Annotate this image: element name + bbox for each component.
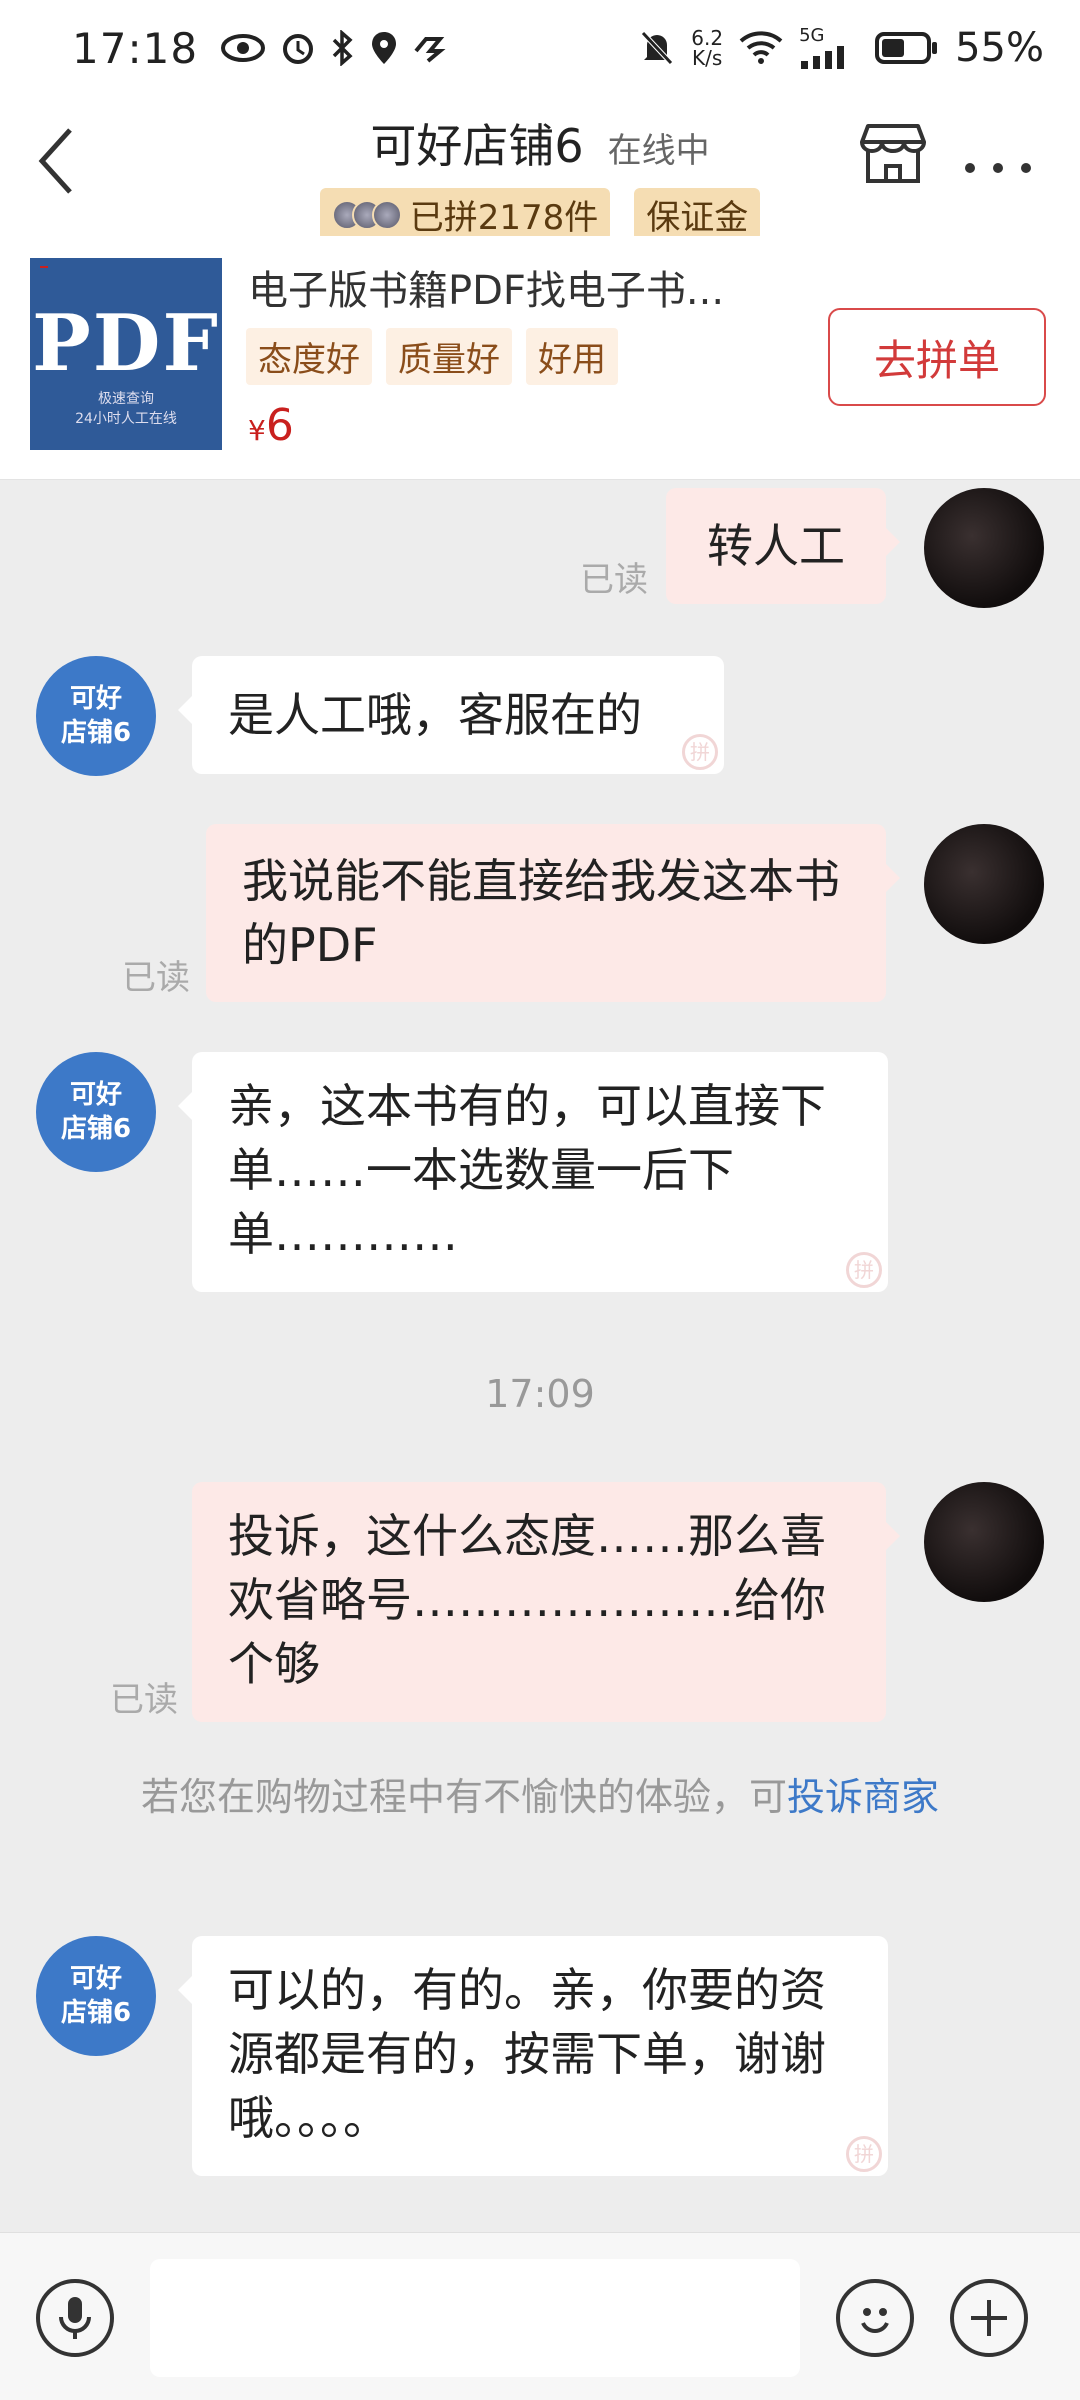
- thumb-sub2: 24小时人工在线: [75, 411, 177, 427]
- user-avatar[interactable]: [924, 824, 1044, 944]
- battery-percent: 55%: [955, 25, 1044, 71]
- input-bar: [0, 2232, 1080, 2400]
- sold-count-badge: 已拼2178件: [319, 188, 611, 241]
- user-avatar[interactable]: [924, 1482, 1044, 1602]
- wifi-icon: [739, 31, 783, 65]
- chat-messages[interactable]: 转人工 已读 可好 店铺6 是人工哦，客服在的 拼 我说能不能直接给我发这本书的…: [0, 480, 1080, 2232]
- complain-merchant-link[interactable]: 投诉商家: [787, 1775, 939, 1819]
- chat-header: 可好店铺6 在线中 已拼2178件 保证金: [0, 96, 1080, 241]
- status-right-icons: 6.2 K/s 5G 55%: [639, 25, 1044, 71]
- read-receipt: 已读: [122, 958, 190, 998]
- app-notification-icon: [412, 33, 448, 63]
- product-tags: 态度好 质量好 好用: [246, 328, 618, 385]
- thumb-pdf-text: PDF: [32, 298, 220, 389]
- more-button[interactable]: [962, 140, 1034, 186]
- product-tag: 态度好: [246, 328, 372, 385]
- product-title[interactable]: 电子版书籍PDF找电子书...: [248, 258, 724, 316]
- complaint-notice: 若您在购物过程中有不愉快的体验，可投诉商家: [110, 1770, 970, 1824]
- bluetooth-icon: [330, 30, 356, 66]
- shop-avatar[interactable]: 可好 店铺6: [36, 1936, 156, 2056]
- message-bubble-incoming[interactable]: 亲，这本书有的，可以直接下单……一本选数量一后下单………… 拼: [178, 1052, 888, 1292]
- microphone-icon: [59, 2297, 91, 2339]
- plus-icon: [971, 2300, 1007, 2336]
- mute-icon: [639, 29, 675, 67]
- net-speed-value: 6.2: [691, 26, 724, 50]
- alarm-icon: [280, 30, 316, 66]
- net-type: 5G: [799, 25, 825, 46]
- time-separator: 17:09: [485, 1372, 595, 1416]
- thumb-tag: [40, 266, 48, 268]
- shop-avatar[interactable]: 可好 店铺6: [36, 1052, 156, 1172]
- read-receipt: 已读: [110, 1680, 178, 1720]
- product-thumbnail[interactable]: PDF 极速查询 24小时人工在线: [30, 258, 222, 450]
- product-card[interactable]: PDF 极速查询 24小时人工在线 电子版书籍PDF找电子书... 态度好 质量…: [0, 236, 1080, 480]
- message-bubble-incoming[interactable]: 可以的，有的。亲，你要的资源都是有的，按需下单，谢谢哦。。。。 拼: [178, 1936, 888, 2176]
- more-icon: [965, 163, 1031, 173]
- net-speed-unit: K/s: [692, 46, 723, 70]
- group-buy-button[interactable]: 去拼单: [828, 308, 1046, 406]
- status-bar: 17:18 6.2 K/s 5G 55%: [0, 0, 1080, 96]
- watermark-icon: 拼: [846, 1252, 882, 1288]
- message-text: 亲，这本书有的，可以直接下单……一本选数量一后下单…………: [228, 1079, 826, 1261]
- location-icon: [370, 30, 398, 66]
- message-text: 转人工: [707, 519, 845, 573]
- status-time: 17:18: [72, 23, 199, 73]
- store-button[interactable]: [860, 120, 926, 186]
- message-text: 可以的，有的。亲，你要的资源都是有的，按需下单，谢谢哦。。。。: [228, 1963, 826, 2145]
- shop-avatar-line2: 店铺6: [60, 1114, 132, 1144]
- shop-name[interactable]: 可好店铺6: [370, 110, 583, 176]
- shop-avatar-line1: 可好: [69, 1080, 122, 1110]
- deposit-badge: 保证金: [634, 188, 761, 241]
- product-price: ¥6: [248, 400, 294, 451]
- buyer-avatars: [331, 199, 402, 230]
- sold-count-text: 已拼2178件: [409, 198, 599, 238]
- eye-icon: [220, 33, 266, 63]
- price-amount: 6: [265, 400, 294, 451]
- net-speed: 6.2 K/s: [691, 28, 723, 68]
- message-bubble-incoming[interactable]: 是人工哦，客服在的 拼: [178, 656, 724, 774]
- voice-button[interactable]: [36, 2279, 114, 2357]
- emoji-button[interactable]: [836, 2279, 914, 2357]
- online-status: 在线中: [607, 131, 710, 171]
- read-receipt: 已读: [580, 560, 648, 600]
- shop-badges: 已拼2178件 保证金: [0, 188, 1080, 241]
- cell-signal-icon: 5G: [799, 27, 859, 69]
- notice-text: 若您在购物过程中有不愉快的体验，可: [140, 1775, 787, 1819]
- message-text: 是人工哦，客服在的: [228, 688, 642, 742]
- shop-avatar-line1: 可好: [69, 684, 122, 714]
- message-text: 投诉，这什么态度……那么喜欢省略号…………………给你个够: [228, 1509, 826, 1691]
- message-bubble-outgoing[interactable]: 投诉，这什么态度……那么喜欢省略号…………………给你个够: [192, 1482, 900, 1722]
- add-button[interactable]: [950, 2279, 1028, 2357]
- price-currency: ¥: [248, 414, 266, 447]
- message-input[interactable]: [150, 2259, 800, 2377]
- thumb-sub1: 极速查询: [98, 391, 154, 407]
- shop-avatar-line2: 店铺6: [60, 1998, 132, 2028]
- product-tag: 好用: [526, 328, 618, 385]
- product-tag: 质量好: [386, 328, 512, 385]
- message-bubble-outgoing[interactable]: 我说能不能直接给我发这本书的PDF: [206, 824, 900, 1002]
- user-avatar[interactable]: [924, 488, 1044, 608]
- watermark-icon: 拼: [682, 734, 718, 770]
- shop-avatar-line2: 店铺6: [60, 718, 132, 748]
- message-bubble-outgoing[interactable]: 转人工: [666, 488, 900, 604]
- shop-avatar[interactable]: 可好 店铺6: [36, 656, 156, 776]
- watermark-icon: 拼: [846, 2136, 882, 2172]
- emoji-icon: [861, 2308, 889, 2333]
- shop-avatar-line1: 可好: [69, 1964, 122, 1994]
- store-icon: [860, 124, 926, 183]
- message-text: 我说能不能直接给我发这本书的PDF: [242, 854, 840, 972]
- status-left-icons: [220, 30, 448, 66]
- battery-icon: [875, 31, 939, 65]
